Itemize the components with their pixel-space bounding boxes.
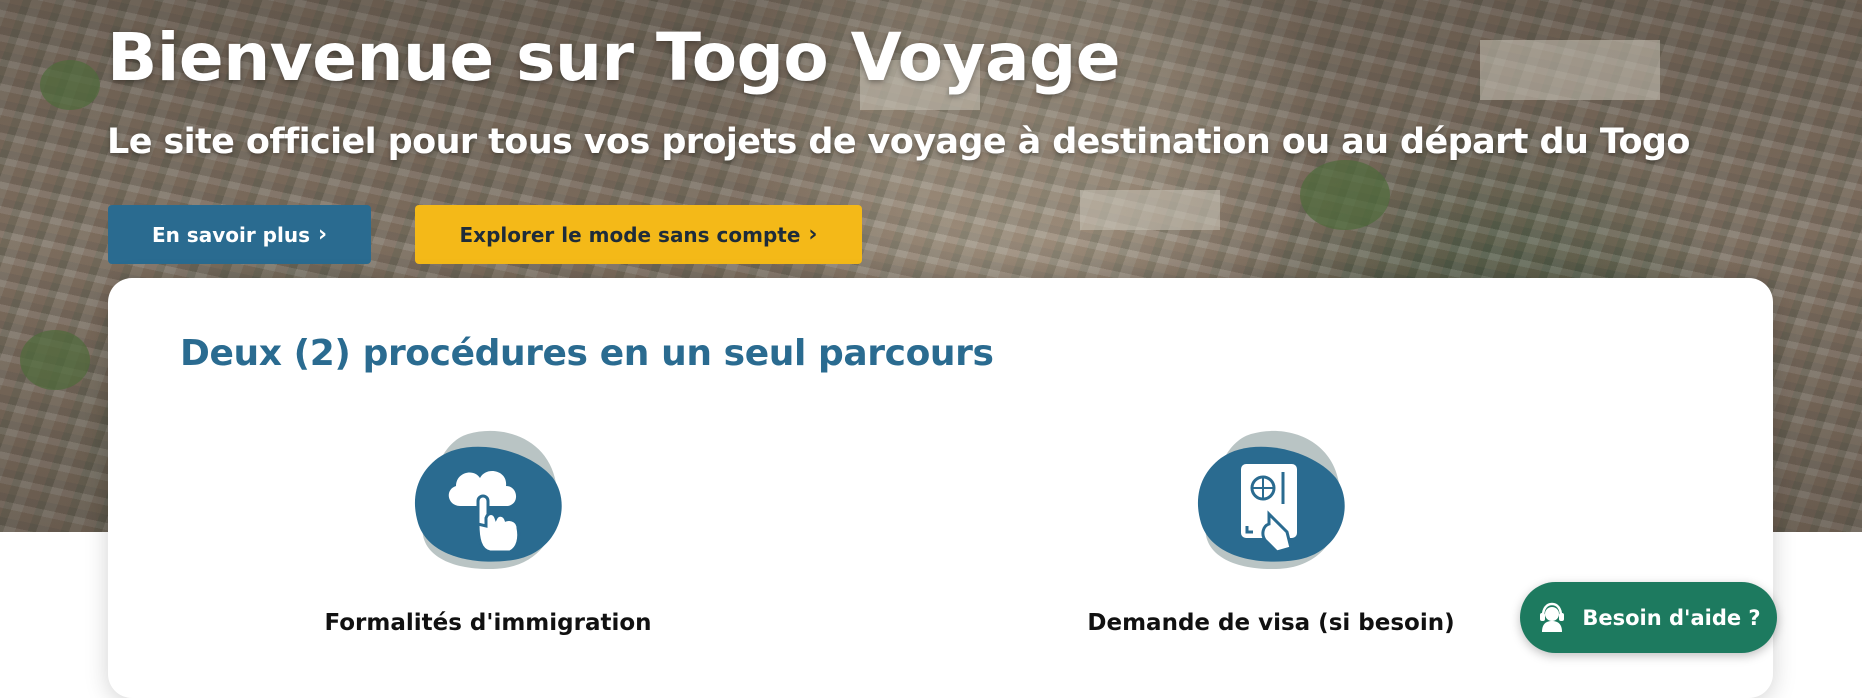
explore-no-account-label: Explorer le mode sans compte <box>459 222 801 247</box>
help-button[interactable]: Besoin d'aide ? <box>1520 582 1777 653</box>
chevron-right-icon: › <box>808 221 818 247</box>
hero-title: Bienvenue sur Togo Voyage <box>107 19 1121 96</box>
hero-subtitle: Le site officiel pour tous vos projets d… <box>107 122 1690 162</box>
chevron-right-icon: › <box>317 221 328 247</box>
learn-more-label: En savoir plus <box>151 222 310 247</box>
hero-photo-detail <box>1080 190 1220 230</box>
procedure-immigration[interactable]: Formalités d'immigration <box>278 428 698 636</box>
hero-photo-detail <box>1480 40 1660 100</box>
cloud-touch-icon <box>414 430 562 570</box>
hero-photo-detail <box>40 60 100 110</box>
procedure-immigration-label: Formalités d'immigration <box>324 610 652 636</box>
help-label: Besoin d'aide ? <box>1582 605 1761 630</box>
learn-more-button[interactable]: En savoir plus › <box>108 205 371 264</box>
hero-photo-detail <box>1300 160 1390 230</box>
procedures-card: Deux (2) procédures en un seul parcours … <box>108 278 1773 698</box>
passport-hand-icon <box>1197 430 1345 570</box>
procedure-visa-label: Demande de visa (si besoin) <box>1087 610 1455 636</box>
procedures-title: Deux (2) procédures en un seul parcours <box>180 333 994 374</box>
support-agent-icon <box>1540 602 1565 632</box>
explore-no-account-button[interactable]: Explorer le mode sans compte › <box>415 205 862 264</box>
procedure-visa[interactable]: Demande de visa (si besoin) <box>1061 428 1481 636</box>
hero-photo-detail <box>20 330 90 390</box>
